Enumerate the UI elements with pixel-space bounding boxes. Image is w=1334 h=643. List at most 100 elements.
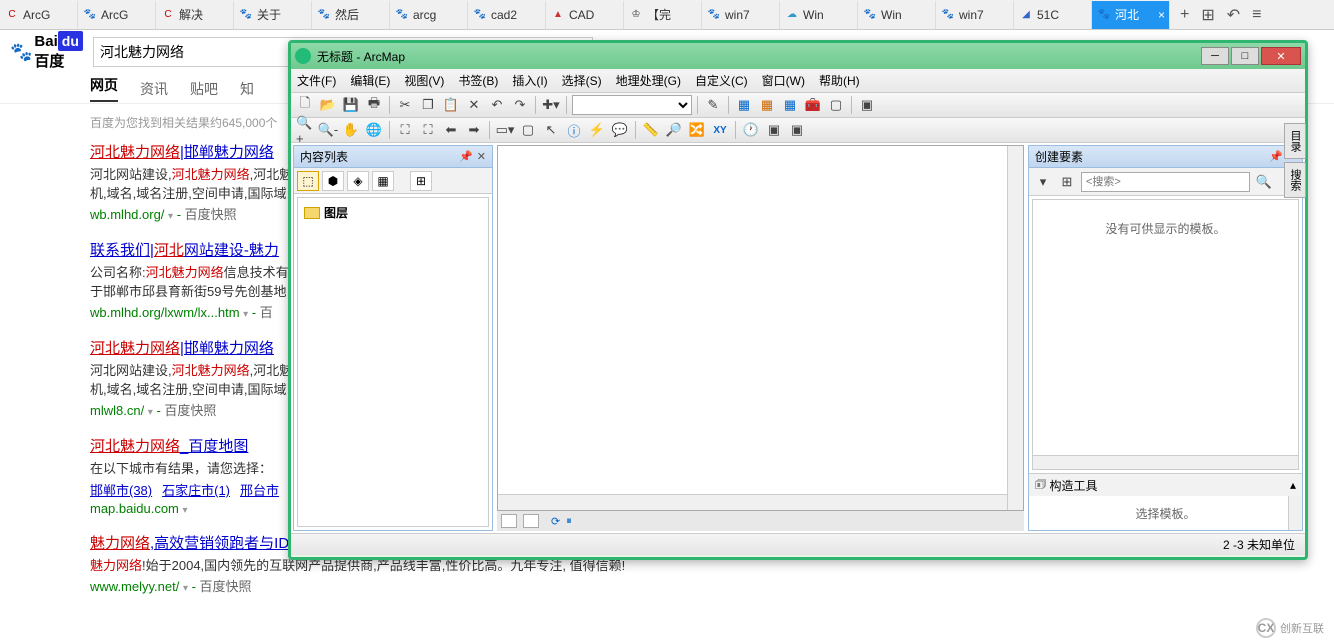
add-data-icon[interactable]: ✚▾ — [541, 95, 561, 115]
cut-icon[interactable]: ✂ — [395, 95, 415, 115]
template-scrollbar[interactable] — [1033, 455, 1298, 469]
menu-item[interactable]: 插入(I) — [512, 72, 547, 89]
sublink[interactable]: 邢台市 — [240, 483, 279, 498]
editor-icon[interactable]: ✎ — [703, 95, 723, 115]
menu-item[interactable]: 文件(F) — [297, 72, 336, 89]
organize-icon[interactable]: ⊞ — [1057, 172, 1077, 192]
redo-icon[interactable]: ↷ — [510, 95, 530, 115]
select-features-icon[interactable]: ▭▾ — [495, 120, 515, 140]
zoom-out-icon[interactable]: 🔍- — [318, 120, 338, 140]
model-icon[interactable]: ▣ — [857, 95, 877, 115]
result-title[interactable]: 河北魅力网络|邯郸魅力网络 — [90, 340, 274, 357]
viewer2-icon[interactable]: ▣ — [787, 120, 807, 140]
browser-tab[interactable]: ♔【完 — [624, 1, 702, 29]
result-title[interactable]: 联系我们|河北网站建设-魅力 — [90, 242, 279, 259]
constr-scrollbar[interactable] — [1288, 496, 1302, 530]
full-extent-icon[interactable]: 🌐 — [364, 120, 384, 140]
list-by-visibility-icon[interactable]: ◈ — [347, 171, 369, 191]
back-button[interactable]: ↶ — [1227, 5, 1240, 25]
goto-xy-icon[interactable]: XY — [710, 120, 730, 140]
pan-icon[interactable]: ✋ — [341, 120, 361, 140]
menu-item[interactable]: 窗口(W) — [762, 72, 805, 89]
result-title[interactable]: 河北魅力网络|邯郸魅力网络 — [90, 144, 274, 161]
search-window-icon[interactable]: ▦ — [780, 95, 800, 115]
scale-combo[interactable] — [572, 95, 692, 115]
pause-icon[interactable]: ⏸ — [566, 515, 572, 528]
python-icon[interactable]: ▢ — [826, 95, 846, 115]
toc-tree[interactable]: 图层 — [297, 197, 489, 527]
menu-item[interactable]: 书签(B) — [458, 72, 498, 89]
arcmap-titlebar[interactable]: 无标题 - ArcMap ─ □ ✕ — [291, 43, 1305, 69]
map-scrollbar-h[interactable] — [498, 494, 1007, 510]
tab-list-button[interactable]: ⊞ — [1201, 5, 1214, 25]
viewer-icon[interactable]: ▣ — [764, 120, 784, 140]
browser-tab[interactable]: 🐾然后 — [312, 1, 390, 29]
menu-item[interactable]: 编辑(E) — [350, 72, 390, 89]
list-by-source-icon[interactable]: ⬢ — [322, 171, 344, 191]
undo-icon[interactable]: ↶ — [487, 95, 507, 115]
browser-tab[interactable]: CArcG — [0, 1, 78, 29]
fixed-zoom-in-icon[interactable]: ⛶ — [395, 120, 415, 140]
minimize-button[interactable]: ─ — [1201, 47, 1229, 65]
sublink[interactable]: 石家庄市(1) — [162, 483, 230, 498]
panel-close-icon[interactable]: ✕ — [477, 150, 486, 163]
baidu-logo[interactable]: 🐾 Baidu百度 — [10, 36, 85, 68]
search-tab[interactable]: 搜索 — [1284, 162, 1306, 198]
browser-tab[interactable]: 🐾cad2 — [468, 1, 546, 29]
sublink[interactable]: 邯郸市(38) — [90, 483, 152, 498]
time-slider-icon[interactable]: 🕐 — [741, 120, 761, 140]
browser-tab[interactable]: 🐾河北× — [1092, 1, 1170, 29]
nav-zhidao[interactable]: 知 — [240, 79, 254, 99]
result-title[interactable]: 河北魅力网络_百度地图 — [90, 438, 248, 455]
browser-tab[interactable]: 🐾关于 — [234, 1, 312, 29]
identify-icon[interactable]: ⓘ — [564, 120, 584, 140]
browser-tab[interactable]: 🐾Win — [858, 1, 936, 29]
zoom-in-icon[interactable]: 🔍+ — [295, 120, 315, 140]
list-by-drawing-icon[interactable]: ⬚ — [297, 171, 319, 191]
catalog-icon[interactable]: ▦ — [757, 95, 777, 115]
catalog-tab[interactable]: 目录 — [1284, 123, 1306, 159]
collapse-icon[interactable]: ▴ — [1290, 478, 1296, 492]
next-extent-icon[interactable]: ➡ — [464, 120, 484, 140]
nav-news[interactable]: 资讯 — [140, 79, 168, 99]
pin-icon[interactable]: 📌 — [1269, 150, 1283, 163]
prev-extent-icon[interactable]: ⬅ — [441, 120, 461, 140]
menu-button[interactable]: ≡ — [1252, 6, 1261, 24]
browser-tab[interactable]: 🐾win7 — [936, 1, 1014, 29]
nav-web[interactable]: 网页 — [90, 75, 118, 102]
html-popup-icon[interactable]: 💬 — [610, 120, 630, 140]
layout-view-icon[interactable] — [523, 514, 539, 528]
map-scrollbar-v[interactable] — [1007, 146, 1023, 510]
toc-icon[interactable]: ▦ — [734, 95, 754, 115]
new-icon[interactable]: 🗋 — [295, 95, 315, 115]
pointer-icon[interactable]: ↖ — [541, 120, 561, 140]
data-view-icon[interactable] — [501, 514, 517, 528]
save-icon[interactable]: 💾 — [341, 95, 361, 115]
hyperlink-icon[interactable]: ⚡ — [587, 120, 607, 140]
menu-item[interactable]: 地理处理(G) — [616, 72, 681, 89]
close-button[interactable]: ✕ — [1261, 47, 1301, 65]
options-icon[interactable]: ⊞ — [410, 171, 432, 191]
menu-item[interactable]: 帮助(H) — [819, 72, 860, 89]
find-icon[interactable]: 🔎 — [664, 120, 684, 140]
fixed-zoom-out-icon[interactable]: ⛶ — [418, 120, 438, 140]
delete-icon[interactable]: ✕ — [464, 95, 484, 115]
template-search-input[interactable] — [1081, 172, 1250, 192]
copy-icon[interactable]: ❐ — [418, 95, 438, 115]
search-icon[interactable]: 🔍 — [1254, 172, 1274, 192]
pin-icon[interactable]: 📌 — [459, 150, 473, 163]
browser-tab[interactable]: 🐾ArcG — [78, 1, 156, 29]
browser-tab[interactable]: 🐾arcg — [390, 1, 468, 29]
open-icon[interactable]: 📂 — [318, 95, 338, 115]
print-icon[interactable]: 🖶 — [364, 95, 384, 115]
find-route-icon[interactable]: 🔀 — [687, 120, 707, 140]
menu-item[interactable]: 自定义(C) — [695, 72, 748, 89]
map-canvas[interactable] — [497, 145, 1024, 511]
menu-item[interactable]: 视图(V) — [404, 72, 444, 89]
paste-icon[interactable]: 📋 — [441, 95, 461, 115]
browser-tab[interactable]: C解决 — [156, 1, 234, 29]
browser-tab[interactable]: 🐾win7 — [702, 1, 780, 29]
measure-icon[interactable]: 📏 — [641, 120, 661, 140]
list-by-selection-icon[interactable]: ▦ — [372, 171, 394, 191]
maximize-button[interactable]: □ — [1231, 47, 1259, 65]
